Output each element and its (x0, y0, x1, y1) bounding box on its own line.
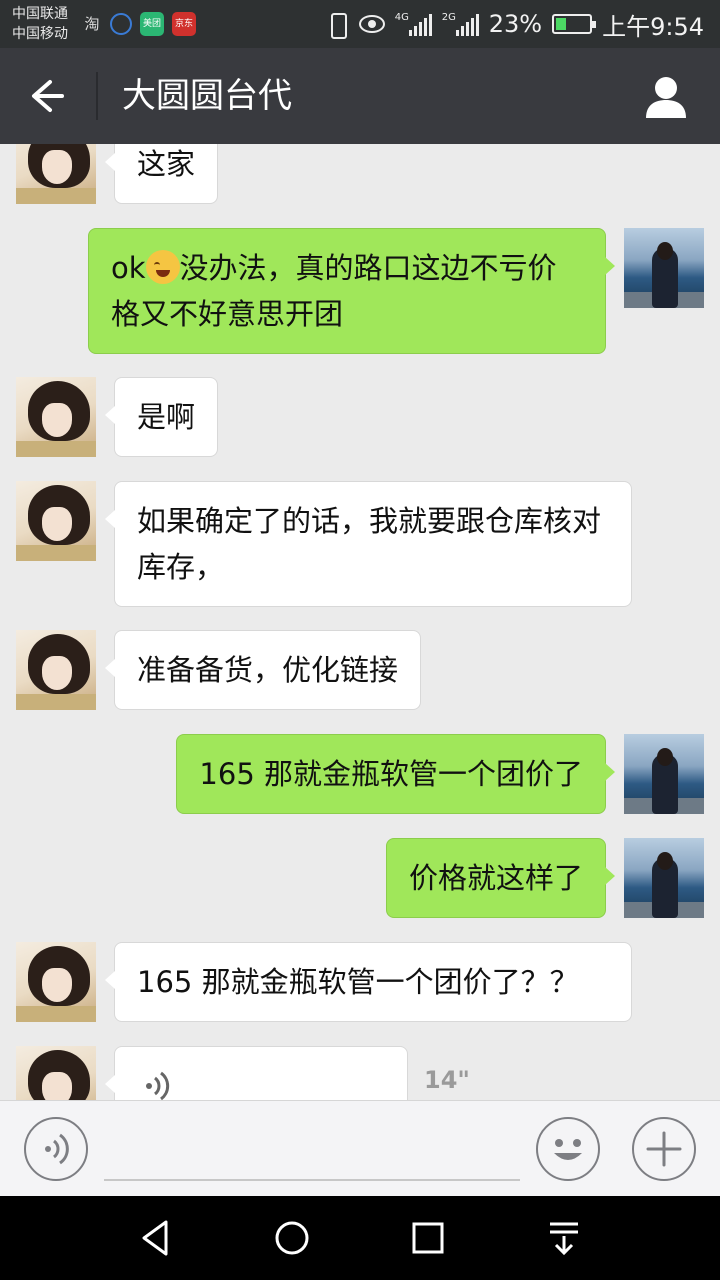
voice-icon (45, 1133, 69, 1165)
music-icon (110, 13, 132, 35)
my-avatar[interactable] (624, 838, 704, 918)
taobao-icon: 淘 (84, 15, 100, 33)
plus-icon (646, 1131, 682, 1167)
eye-comfort-icon (358, 15, 385, 33)
contact-avatar[interactable] (16, 144, 96, 204)
voice-message[interactable] (105, 1046, 408, 1100)
incoming-message[interactable]: 165 那就金瓶软管一个团价了？？ (105, 942, 632, 1022)
title-divider (96, 72, 98, 120)
clock: 上午9:54 (602, 12, 704, 41)
message-text: 如果确定了的话，我就要跟仓库核对库存， (137, 504, 602, 584)
arrow-left-icon (32, 80, 64, 112)
nav-back-button[interactable] (136, 1218, 176, 1258)
status-right: 4G 2G 23% 上午9:54 (325, 0, 704, 48)
meituan-icon: 美团 (140, 12, 164, 36)
notification-icons: 淘 美团 京东 (82, 12, 196, 36)
jd-icon: 京东 (172, 12, 196, 36)
message-input[interactable] (104, 1131, 520, 1181)
contact-avatar[interactable] (16, 377, 96, 457)
battery-icon (552, 14, 597, 34)
voice-wave-icon (146, 1071, 170, 1100)
nav-notification-icon (550, 1222, 578, 1256)
carrier-2: 中国移动 (12, 26, 68, 42)
outgoing-message[interactable]: ok 没办法，真的路口这边不亏价格又不好意思开团 (88, 228, 615, 354)
battery-percent: 23% (488, 10, 543, 38)
contact-avatar[interactable] (16, 481, 96, 561)
more-button[interactable] (632, 1117, 696, 1181)
profile-button[interactable] (642, 72, 690, 120)
nav-recents-button[interactable] (408, 1218, 448, 1258)
outgoing-message[interactable]: 165 那就金瓶软管一个团价了 (176, 734, 615, 814)
emoji-icon (554, 1139, 582, 1160)
input-bar (0, 1100, 720, 1196)
carrier-info: 中国联通 中国移动 (12, 4, 68, 44)
incoming-message[interactable]: 这家 (104, 144, 219, 204)
emoji-button[interactable] (536, 1117, 600, 1181)
voice-mode-button[interactable] (24, 1117, 88, 1181)
person-icon (646, 77, 686, 118)
carrier-1: 中国联通 (12, 6, 68, 22)
message-prefix: ok (111, 251, 146, 285)
nav-notification-button[interactable] (544, 1218, 584, 1258)
message-text: 是啊 (137, 400, 196, 434)
chat-title: 大圆圆台代 (122, 76, 292, 116)
message-text: 价格就这样了 (408, 861, 583, 895)
network-1-label: 4G (394, 12, 409, 23)
message-text: 这家 (137, 147, 196, 181)
chat-area[interactable]: 这家 ok 没办法，真的路口这边不亏价格又不好意思开团 是啊 如果确定了的话，我就… (0, 144, 720, 1100)
title-bar: 大圆圆台代 (0, 48, 720, 144)
contact-avatar[interactable] (16, 630, 96, 710)
nav-home-button[interactable] (272, 1218, 312, 1258)
crying-laughing-emoji-icon (145, 250, 180, 284)
message-text: 准备备货，优化链接 (137, 653, 399, 687)
nav-back-icon (142, 1220, 168, 1256)
contact-avatar[interactable] (16, 1046, 96, 1100)
navigation-bar (0, 1196, 720, 1280)
message-text: 165 那就金瓶软管一个团价了？？ (137, 965, 579, 999)
nav-home-icon (275, 1221, 309, 1255)
incoming-message[interactable]: 准备备货，优化链接 (104, 630, 422, 710)
back-button[interactable] (24, 74, 72, 118)
incoming-message[interactable]: 如果确定了的话，我就要跟仓库核对库存， (105, 481, 632, 607)
signal-1-icon: 4G (395, 12, 432, 36)
status-bar: 中国联通 中国移动 淘 美团 京东 4G 2G 23% 上午9:54 (0, 0, 720, 48)
message-text: 165 那就金瓶软管一个团价了 (199, 757, 583, 791)
contact-avatar[interactable] (16, 942, 96, 1022)
outgoing-message[interactable]: 价格就这样了 (385, 838, 616, 918)
nav-recents-icon (412, 1222, 444, 1254)
network-2-label: 2G (441, 12, 456, 23)
incoming-message[interactable]: 是啊 (104, 377, 219, 457)
signal-2-icon: 2G (442, 12, 479, 36)
my-avatar[interactable] (624, 734, 704, 814)
voice-duration: 14" (424, 1066, 470, 1094)
vibrate-icon (325, 11, 349, 39)
my-avatar[interactable] (624, 228, 704, 308)
